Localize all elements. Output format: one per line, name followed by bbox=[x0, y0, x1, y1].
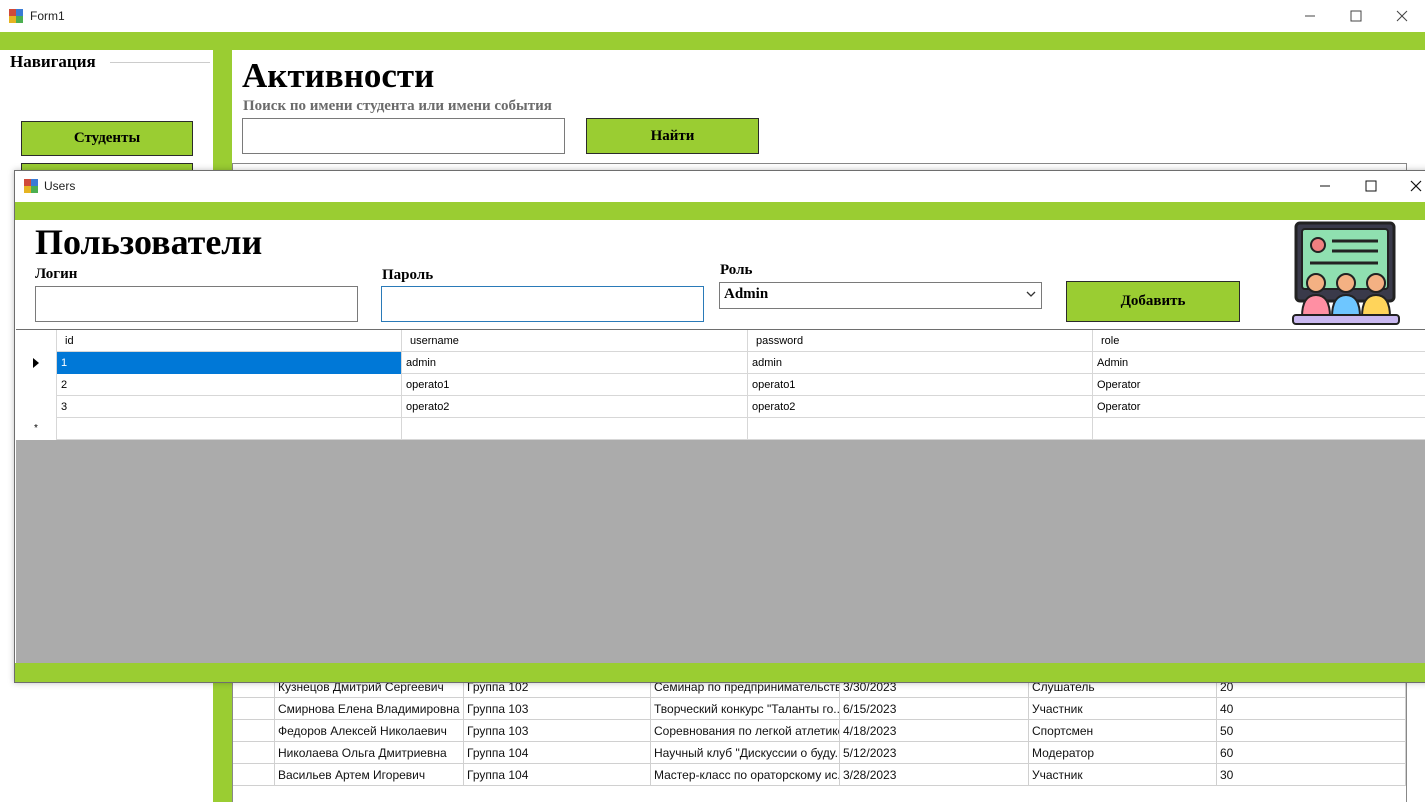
cell-username[interactable]: operato2 bbox=[402, 396, 748, 418]
role-selected-value: Admin bbox=[724, 286, 769, 302]
cell-name[interactable]: Васильев Артем Игоревич bbox=[275, 764, 464, 786]
students-button[interactable]: Студенты bbox=[21, 121, 193, 156]
cell-password[interactable]: operato2 bbox=[748, 396, 1093, 418]
cell-date[interactable]: 3/28/2023 bbox=[840, 764, 1029, 786]
close-icon[interactable] bbox=[1379, 0, 1425, 32]
table-row[interactable]: Смирнова Елена Владимировна Группа 103 Т… bbox=[233, 698, 1406, 720]
password-input[interactable] bbox=[381, 286, 704, 322]
row-header-corner[interactable] bbox=[16, 330, 57, 352]
column-header-id[interactable]: id bbox=[57, 330, 402, 352]
cell-id[interactable]: 2 bbox=[57, 374, 402, 396]
activities-title: Активности bbox=[242, 56, 435, 95]
cell-role[interactable]: Operator bbox=[1093, 396, 1425, 418]
login-label: Логин bbox=[35, 266, 78, 282]
users-bottom-green-bar bbox=[15, 663, 1425, 682]
close-icon[interactable] bbox=[1393, 171, 1425, 202]
row-header[interactable] bbox=[16, 396, 57, 418]
row-header[interactable] bbox=[16, 374, 57, 396]
maximize-icon[interactable] bbox=[1348, 171, 1394, 202]
activities-search-hint: Поиск по имени студента или имени событи… bbox=[243, 98, 552, 114]
cell-name[interactable]: Николаева Ольга Дмитриевна bbox=[275, 742, 464, 764]
cell-id[interactable]: 3 bbox=[57, 396, 402, 418]
cell-role[interactable]: Operator bbox=[1093, 374, 1425, 396]
cell-group[interactable]: Группа 104 bbox=[464, 764, 651, 786]
app-icon bbox=[9, 9, 23, 23]
cell-role[interactable] bbox=[1093, 418, 1425, 440]
users-grid[interactable]: id username password role 1 admin admin … bbox=[16, 329, 1425, 663]
row-header[interactable] bbox=[233, 720, 275, 742]
top-green-bar bbox=[0, 32, 1425, 50]
users-title: Пользователи bbox=[35, 222, 263, 262]
table-row[interactable]: Федоров Алексей Николаевич Группа 103 Со… bbox=[233, 720, 1406, 742]
role-label: Роль bbox=[720, 262, 753, 278]
password-label: Пароль bbox=[382, 267, 434, 283]
cell-event[interactable]: Научный клуб "Дискуссии о буду... bbox=[651, 742, 840, 764]
grid-header-row: id username password role bbox=[16, 330, 1425, 352]
cell-group[interactable]: Группа 103 bbox=[464, 720, 651, 742]
cell-date[interactable]: 5/12/2023 bbox=[840, 742, 1029, 764]
cell-name[interactable]: Федоров Алексей Николаевич bbox=[275, 720, 464, 742]
cell-points[interactable]: 40 bbox=[1217, 698, 1406, 720]
cell-date[interactable]: 6/15/2023 bbox=[840, 698, 1029, 720]
cell-points[interactable]: 60 bbox=[1217, 742, 1406, 764]
cell-event[interactable]: Творческий конкурс "Таланты го... bbox=[651, 698, 840, 720]
row-header[interactable] bbox=[233, 698, 275, 720]
cell-date[interactable]: 4/18/2023 bbox=[840, 720, 1029, 742]
table-row[interactable]: 3 operato2 operato2 Operator bbox=[16, 396, 1425, 418]
form1-titlebar[interactable]: Form1 bbox=[0, 0, 1425, 32]
cell-event[interactable]: Соревнования по легкой атлетике bbox=[651, 720, 840, 742]
column-header-password[interactable]: password bbox=[748, 330, 1093, 352]
users-window: Users Пользователи Логин Пароль Роль Adm… bbox=[14, 170, 1425, 683]
cell-role[interactable]: Модератор bbox=[1029, 742, 1217, 764]
find-button[interactable]: Найти bbox=[586, 118, 759, 154]
cell-group[interactable]: Группа 104 bbox=[464, 742, 651, 764]
cell-role[interactable]: Участник bbox=[1029, 764, 1217, 786]
cell-password[interactable]: operato1 bbox=[748, 374, 1093, 396]
table-row[interactable]: 1 admin admin Admin bbox=[16, 352, 1425, 374]
presentation-board-people-icon bbox=[1290, 219, 1402, 329]
chevron-down-icon bbox=[1025, 288, 1037, 305]
new-row-marker[interactable]: * bbox=[16, 418, 57, 440]
cell-id[interactable] bbox=[57, 418, 402, 440]
cell-points[interactable]: 50 bbox=[1217, 720, 1406, 742]
cell-role[interactable]: Участник bbox=[1029, 698, 1217, 720]
users-titlebar[interactable]: Users bbox=[15, 171, 1425, 201]
minimize-icon[interactable] bbox=[1302, 171, 1348, 202]
users-window-title: Users bbox=[44, 179, 76, 193]
navigation-title: Навигация bbox=[10, 52, 96, 71]
cell-username[interactable] bbox=[402, 418, 748, 440]
cell-role[interactable]: Admin bbox=[1093, 352, 1425, 374]
row-header[interactable] bbox=[233, 742, 275, 764]
minimize-icon[interactable] bbox=[1287, 0, 1333, 32]
maximize-icon[interactable] bbox=[1333, 0, 1379, 32]
column-header-role[interactable]: role bbox=[1093, 330, 1425, 352]
cell-password[interactable]: admin bbox=[748, 352, 1093, 374]
activities-search-input[interactable] bbox=[242, 118, 565, 154]
form1-title: Form1 bbox=[30, 9, 65, 23]
role-select[interactable]: Admin bbox=[719, 282, 1042, 309]
navigation-groupbox-line bbox=[110, 62, 210, 63]
table-row[interactable]: 2 operato1 operato1 Operator bbox=[16, 374, 1425, 396]
cell-role[interactable]: Спортсмен bbox=[1029, 720, 1217, 742]
cell-id[interactable]: 1 bbox=[57, 352, 402, 374]
cell-event[interactable]: Мастер-класс по ораторскому ис... bbox=[651, 764, 840, 786]
table-row[interactable]: Васильев Артем Игоревич Группа 104 Масте… bbox=[233, 764, 1406, 786]
cell-group[interactable]: Группа 103 bbox=[464, 698, 651, 720]
add-user-button[interactable]: Добавить bbox=[1066, 281, 1240, 322]
app-icon bbox=[24, 179, 38, 193]
new-row[interactable]: * bbox=[16, 418, 1425, 440]
row-header[interactable] bbox=[233, 764, 275, 786]
cell-username[interactable]: admin bbox=[402, 352, 748, 374]
cell-username[interactable]: operato1 bbox=[402, 374, 748, 396]
current-row-arrow-icon[interactable] bbox=[16, 352, 57, 374]
cell-password[interactable] bbox=[748, 418, 1093, 440]
table-row[interactable]: Николаева Ольга Дмитриевна Группа 104 На… bbox=[233, 742, 1406, 764]
login-input[interactable] bbox=[35, 286, 358, 322]
users-top-green-bar bbox=[15, 202, 1425, 220]
cell-name[interactable]: Смирнова Елена Владимировна bbox=[275, 698, 464, 720]
column-header-username[interactable]: username bbox=[402, 330, 748, 352]
cell-points[interactable]: 30 bbox=[1217, 764, 1406, 786]
